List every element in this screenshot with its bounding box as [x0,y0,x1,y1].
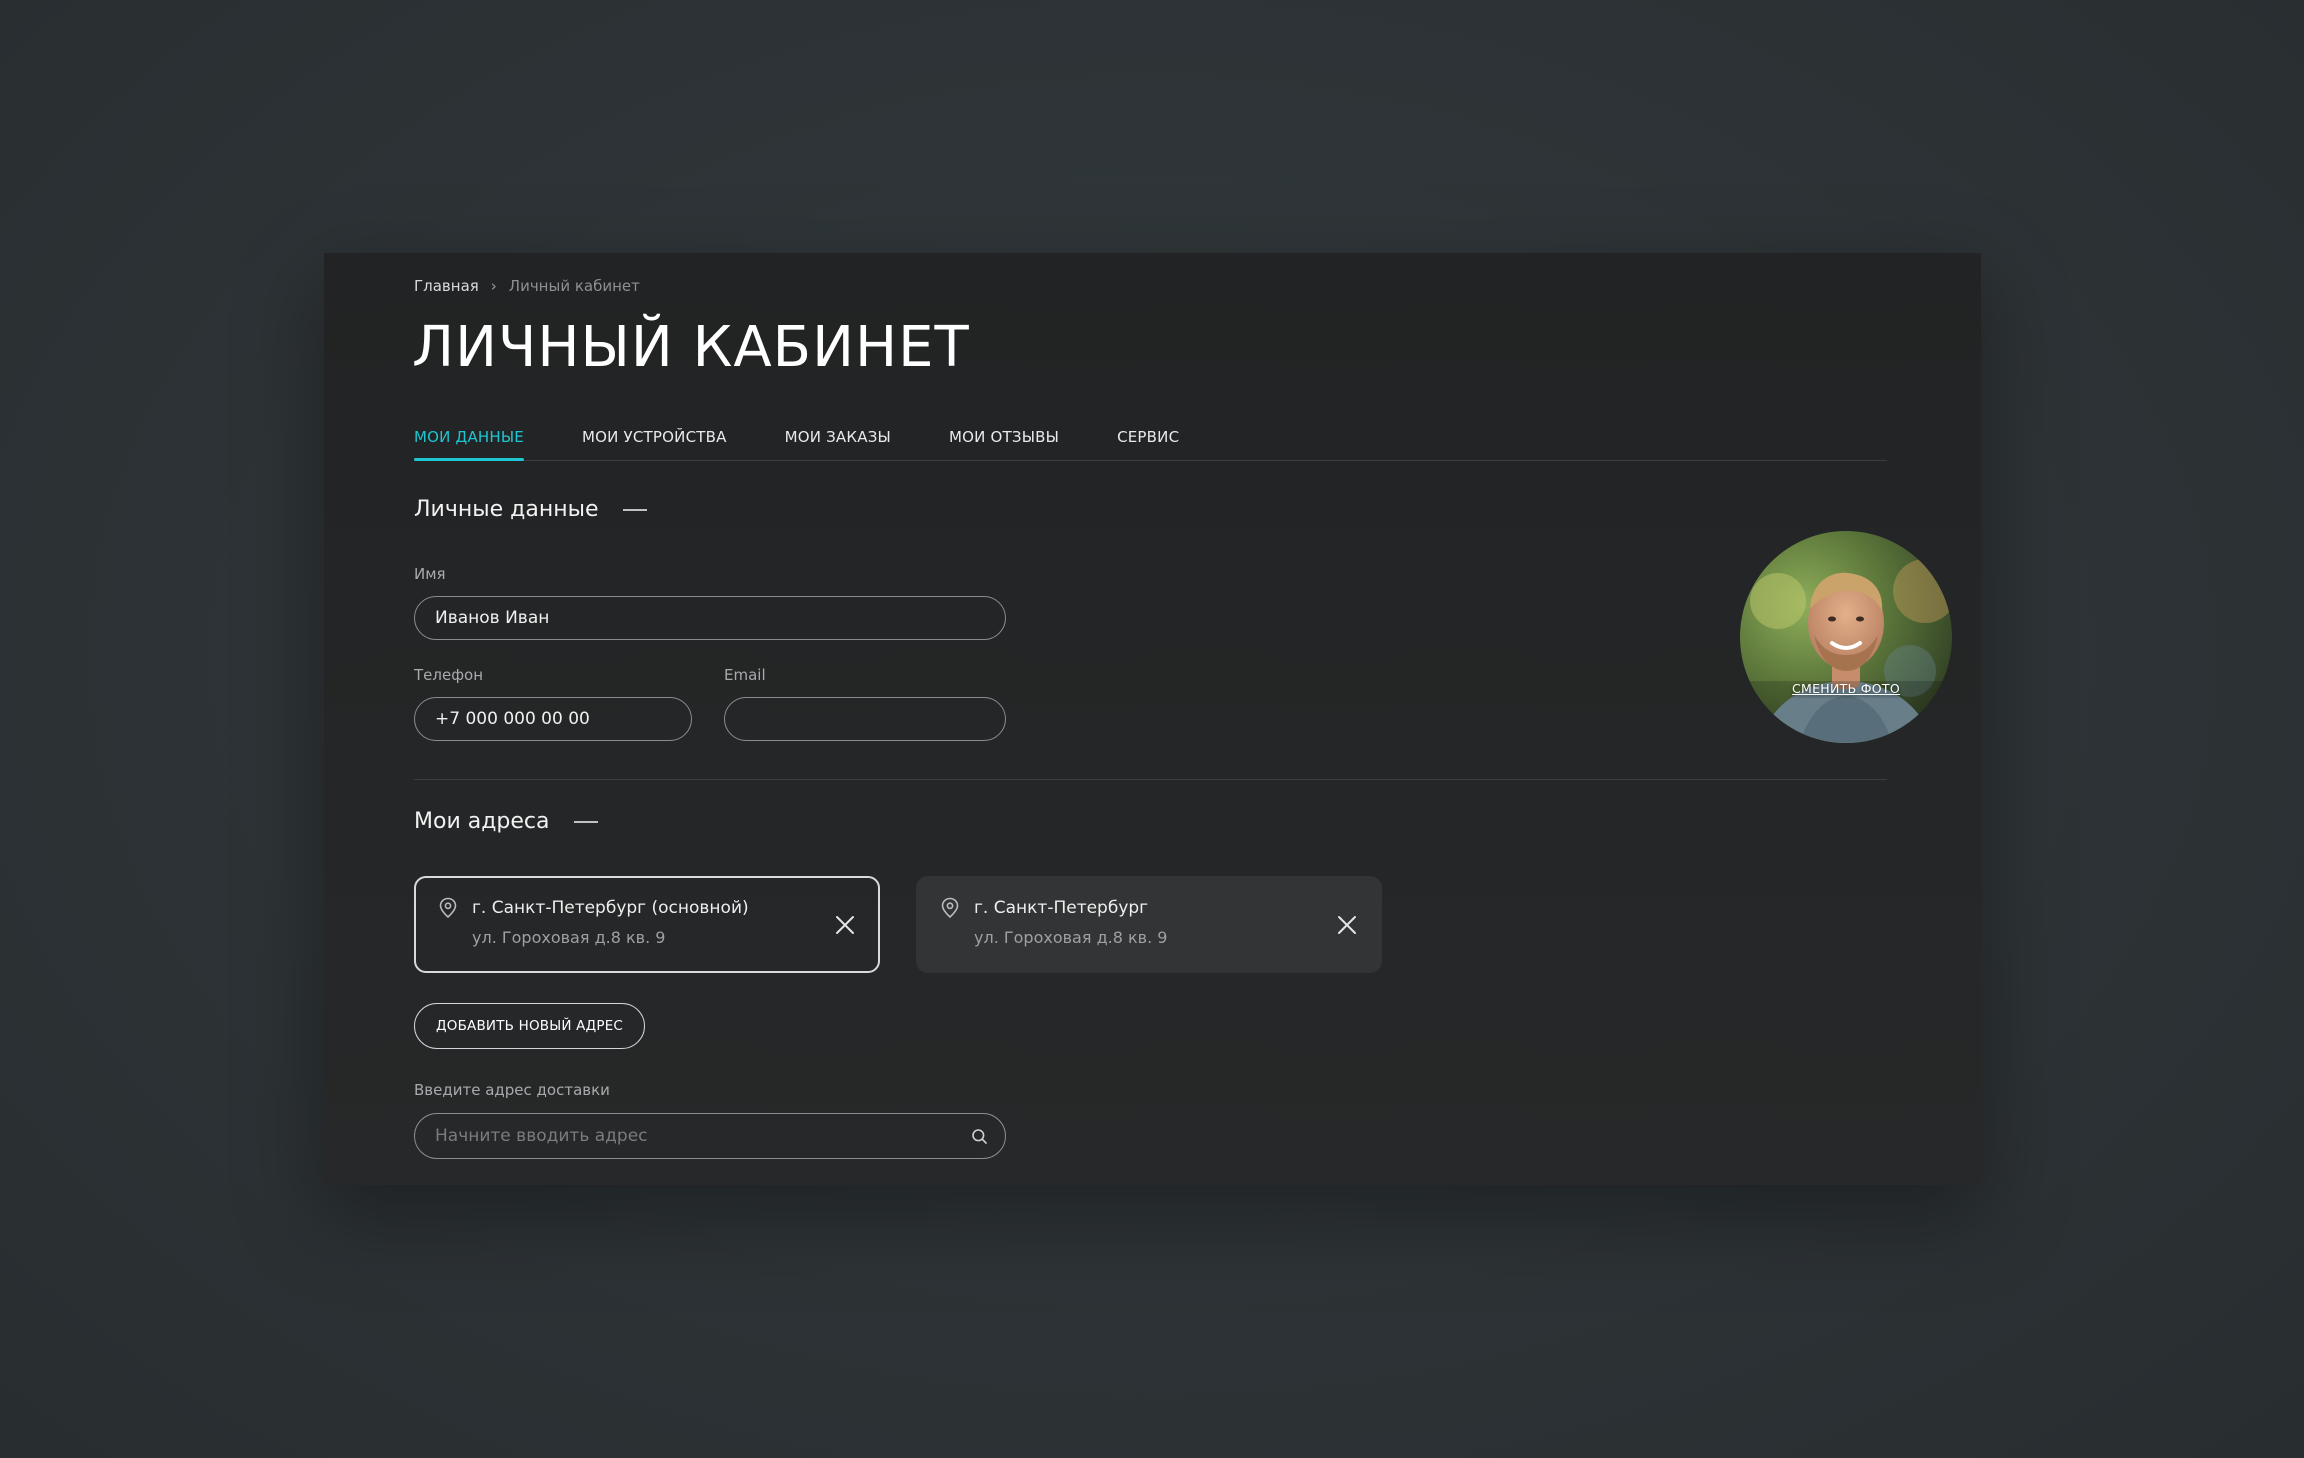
account-panel: Главная › Личный кабинет ЛИЧНЫЙ КАБИНЕТ … [324,253,1981,1185]
address-card-secondary[interactable]: г. Санкт-Петербург ул. Гороховая д.8 кв.… [916,876,1382,973]
breadcrumb: Главная › Личный кабинет [414,277,640,295]
addresses-heading: Мои адреса [414,809,598,834]
close-icon[interactable] [832,912,858,938]
phone-input[interactable] [414,697,692,741]
breadcrumb-separator: › [490,277,497,295]
address-street: ул. Гороховая д.8 кв. 9 [974,928,1168,947]
phone-label: Телефон [414,666,484,684]
delivery-address-label: Введите адрес доставки [414,1081,610,1099]
page-title: ЛИЧНЫЙ КАБИНЕТ [412,315,970,380]
tab-service[interactable]: СЕРВИС [1117,421,1179,460]
tab-my-devices[interactable]: МОИ УСТРОЙСТВА [582,421,727,460]
addresses-title: Мои адреса [414,809,550,834]
name-input[interactable] [414,596,1006,640]
address-card-primary[interactable]: г. Санкт-Петербург (основной) ул. Горохо… [414,876,880,973]
email-label: Email [724,666,766,684]
map-pin-icon [439,897,457,919]
address-city: г. Санкт-Петербург (основной) [472,898,749,918]
map-pin-icon [941,897,959,919]
change-photo-link[interactable]: СМЕНИТЬ ФОТО [1740,681,1952,696]
personal-data-title: Личные данные [414,497,599,522]
close-icon[interactable] [1334,912,1360,938]
email-input[interactable] [724,697,1006,741]
tab-my-data[interactable]: МОИ ДАННЫЕ [414,421,524,461]
account-content: Главная › Личный кабинет ЛИЧНЫЙ КАБИНЕТ … [412,253,1952,1185]
section-dash [622,508,647,511]
tab-my-reviews[interactable]: МОИ ОТЗЫВЫ [949,421,1059,460]
account-tabs: МОИ ДАННЫЕ МОИ УСТРОЙСТВА МОИ ЗАКАЗЫ МОИ… [414,421,1887,461]
address-search-input[interactable] [414,1113,1006,1159]
breadcrumb-current: Личный кабинет [508,277,640,295]
section-dash [573,820,598,823]
avatar[interactable]: СМЕНИТЬ ФОТО [1740,531,1952,743]
name-label: Имя [414,565,446,583]
tab-my-orders[interactable]: МОИ ЗАКАЗЫ [785,421,891,460]
search-icon[interactable] [971,1128,988,1145]
breadcrumb-home-link[interactable]: Главная [414,277,479,295]
address-street: ул. Гороховая д.8 кв. 9 [472,928,666,947]
address-city: г. Санкт-Петербург [974,898,1149,918]
section-divider [414,779,1887,780]
address-search [414,1113,1006,1159]
avatar-photo [1740,531,1952,743]
personal-data-heading: Личные данные [414,497,647,522]
add-address-button[interactable]: ДОБАВИТЬ НОВЫЙ АДРЕС [414,1003,646,1049]
